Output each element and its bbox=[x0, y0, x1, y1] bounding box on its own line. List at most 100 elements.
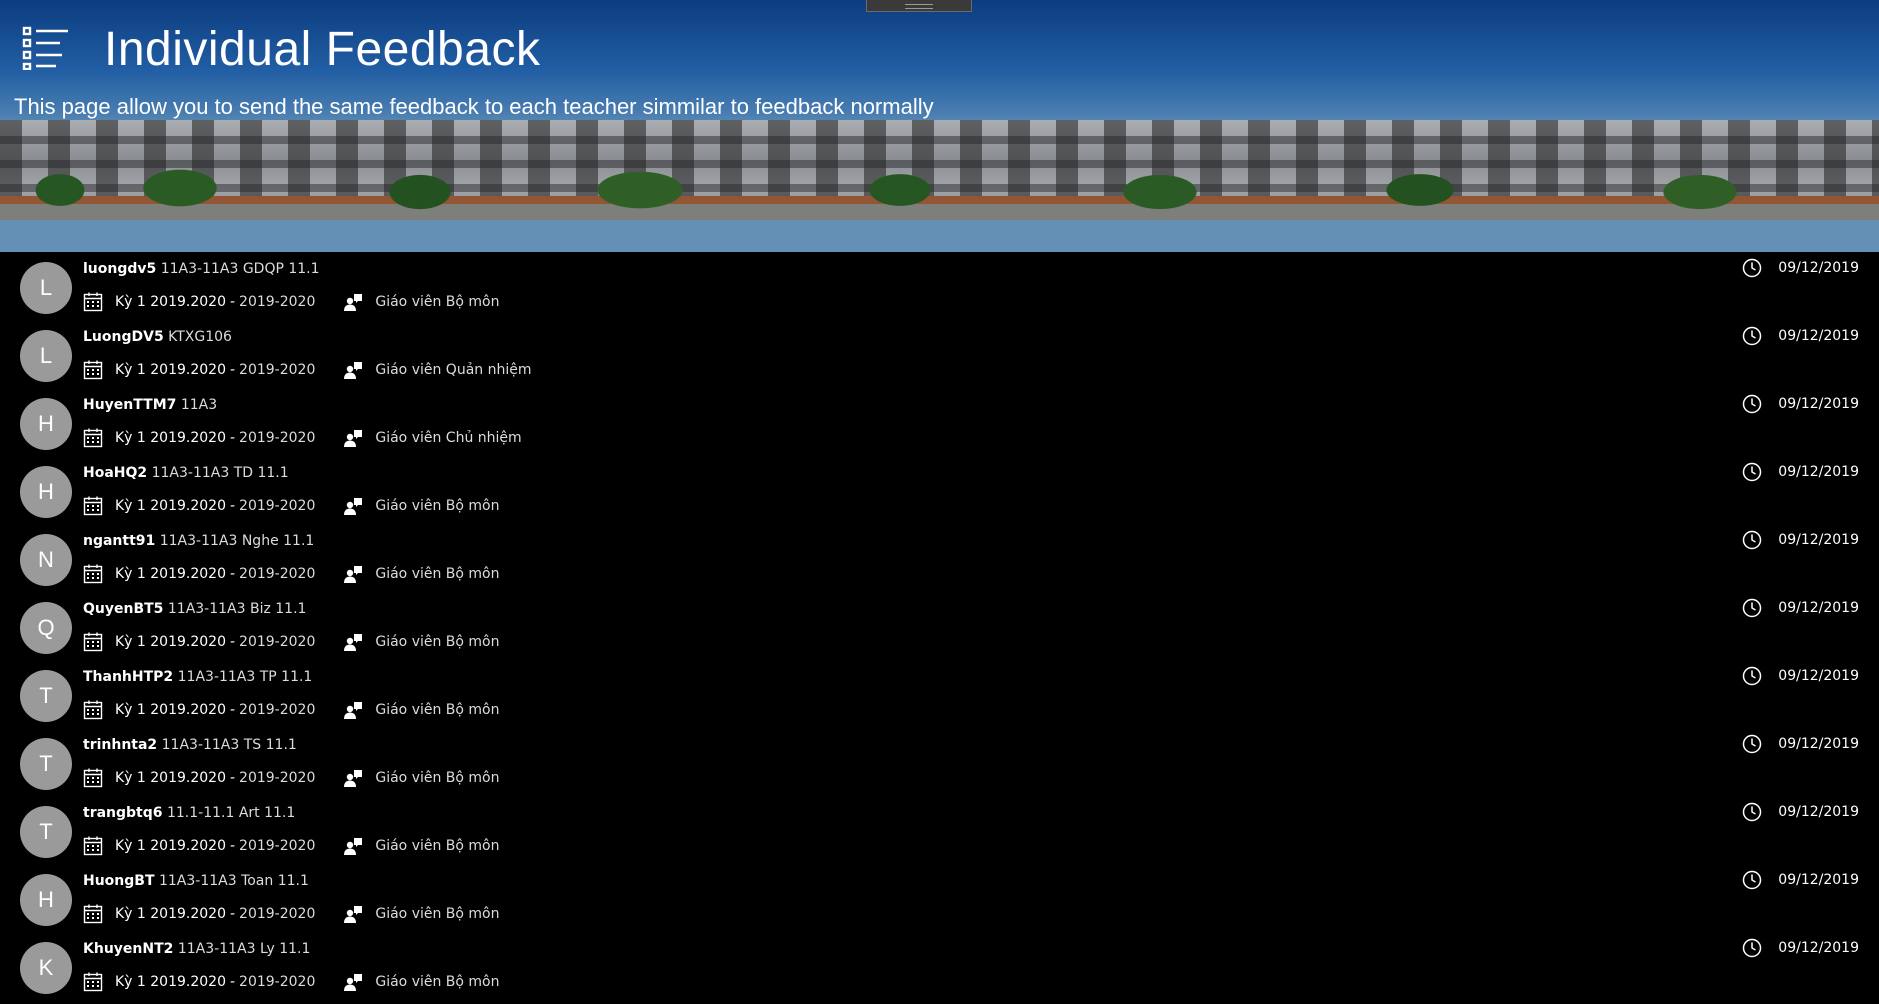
list-menu-icon[interactable] bbox=[22, 26, 70, 70]
avatar-initial: H bbox=[38, 887, 54, 912]
feedback-date: 09/12/2019 bbox=[1778, 736, 1859, 752]
teacher-role: Giáo viên Bộ môn bbox=[375, 906, 500, 922]
avatar-initial: L bbox=[39, 343, 53, 368]
drag-handle[interactable] bbox=[866, 0, 972, 12]
term-label: Kỳ 1 2019.2020 bbox=[115, 566, 226, 582]
term-label: Kỳ 1 2019.2020 bbox=[115, 838, 226, 854]
page-title: Individual Feedback bbox=[104, 23, 541, 76]
avatar-initial: T bbox=[39, 819, 53, 844]
class-info: 11A3-11A3 Nghe 11.1 bbox=[159, 533, 315, 549]
school-year: 2019-2020 bbox=[239, 498, 316, 514]
calendar-icon bbox=[83, 564, 103, 584]
avatar-initial: L bbox=[39, 275, 53, 300]
calendar-icon bbox=[83, 292, 103, 312]
teacher-icon bbox=[344, 498, 363, 515]
page-subtitle: This page allow you to send the same fee… bbox=[14, 94, 934, 119]
teacher-role: Giáo viên Bộ môn bbox=[375, 838, 500, 854]
feedback-date: 09/12/2019 bbox=[1778, 600, 1859, 616]
teacher-role: Giáo viên Bộ môn bbox=[375, 634, 500, 650]
feedback-list-item[interactable]: T trangbtq6 11.1-11.1 Art 11.1 Kỳ 1 2019… bbox=[0, 796, 1879, 864]
clock-icon bbox=[1743, 870, 1762, 890]
feedback-date: 09/12/2019 bbox=[1778, 260, 1859, 276]
header-banner: Individual Feedback This page allow you … bbox=[0, 0, 1879, 252]
feedback-list-item[interactable]: Q QuyenBT5 11A3-11A3 Biz 11.1 Kỳ 1 2019.… bbox=[0, 592, 1879, 660]
calendar-icon bbox=[83, 700, 103, 720]
term-label: Kỳ 1 2019.2020 bbox=[115, 770, 226, 786]
feedback-date: 09/12/2019 bbox=[1778, 464, 1859, 480]
feedback-list-item[interactable]: T ThanhHTP2 11A3-11A3 TP 11.1 Kỳ 1 2019.… bbox=[0, 660, 1879, 728]
avatar: T bbox=[20, 806, 72, 858]
class-info: 11A3-11A3 TS 11.1 bbox=[161, 737, 297, 753]
feedback-list-item[interactable]: H HoaHQ2 11A3-11A3 TD 11.1 Kỳ 1 2019.202… bbox=[0, 456, 1879, 524]
teacher-role: Giáo viên Bộ môn bbox=[375, 770, 500, 786]
feedback-list-item[interactable]: L LuongDV5 KTXG106 Kỳ 1 2019.2020 - 2019… bbox=[0, 320, 1879, 388]
feedback-date: 09/12/2019 bbox=[1778, 804, 1859, 820]
avatar-initial: K bbox=[38, 955, 54, 980]
clock-icon bbox=[1743, 326, 1762, 346]
teacher-username: HoaHQ2 bbox=[83, 465, 148, 481]
feedback-list-item[interactable]: K KhuyenNT2 11A3-11A3 Ly 11.1 Kỳ 1 2019.… bbox=[0, 932, 1879, 1000]
teacher-icon bbox=[344, 634, 363, 651]
feedback-list-item[interactable]: H HuongBT 11A3-11A3 Toan 11.1 Kỳ 1 2019.… bbox=[0, 864, 1879, 932]
class-info: 11A3-11A3 TP 11.1 bbox=[177, 669, 313, 685]
teacher-icon bbox=[344, 430, 363, 447]
feedback-date: 09/12/2019 bbox=[1778, 668, 1859, 684]
term-label: Kỳ 1 2019.2020 bbox=[115, 294, 226, 310]
school-year: 2019-2020 bbox=[239, 430, 316, 446]
teacher-username: trinhnta2 bbox=[83, 737, 158, 753]
teacher-icon bbox=[344, 702, 363, 719]
clock-icon bbox=[1743, 462, 1762, 482]
calendar-icon bbox=[83, 836, 103, 856]
clock-icon bbox=[1743, 802, 1762, 822]
avatar-initial: H bbox=[38, 411, 54, 436]
feedback-date: 09/12/2019 bbox=[1778, 940, 1859, 956]
clock-icon bbox=[1743, 394, 1762, 414]
avatar-initial: T bbox=[39, 751, 53, 776]
feedback-list-item[interactable]: N ngantt91 11A3-11A3 Nghe 11.1 Kỳ 1 2019… bbox=[0, 524, 1879, 592]
clock-icon bbox=[1743, 666, 1762, 686]
avatar: L bbox=[20, 262, 72, 314]
term-label: Kỳ 1 2019.2020 bbox=[115, 362, 226, 378]
class-info: 11A3-11A3 Toan 11.1 bbox=[158, 873, 309, 889]
teacher-role: Giáo viên Bộ môn bbox=[375, 498, 500, 514]
avatar: L bbox=[20, 330, 72, 382]
term-label: Kỳ 1 2019.2020 bbox=[115, 634, 226, 650]
clock-icon bbox=[1743, 938, 1762, 958]
teacher-role: Giáo viên Bộ môn bbox=[375, 294, 500, 310]
teacher-icon bbox=[344, 770, 363, 787]
calendar-icon bbox=[83, 360, 103, 380]
feedback-list-item[interactable]: L luongdv5 11A3-11A3 GDQP 11.1 Kỳ 1 2019… bbox=[0, 252, 1879, 320]
school-year: 2019-2020 bbox=[239, 770, 316, 786]
clock-icon bbox=[1743, 598, 1762, 618]
teacher-username: QuyenBT5 bbox=[83, 601, 164, 617]
avatar: H bbox=[20, 874, 72, 926]
avatar: T bbox=[20, 670, 72, 722]
feedback-list: L luongdv5 11A3-11A3 GDQP 11.1 Kỳ 1 2019… bbox=[0, 252, 1879, 1000]
teacher-role: Giáo viên Quản nhiệm bbox=[375, 362, 532, 378]
avatar-initial: N bbox=[38, 547, 54, 572]
teacher-username: luongdv5 bbox=[83, 261, 157, 277]
teacher-icon bbox=[344, 974, 363, 991]
teacher-role: Giáo viên Chủ nhiệm bbox=[375, 430, 522, 446]
feedback-date: 09/12/2019 bbox=[1778, 396, 1859, 412]
feedback-list-item[interactable]: T trinhnta2 11A3-11A3 TS 11.1 Kỳ 1 2019.… bbox=[0, 728, 1879, 796]
teacher-icon bbox=[344, 838, 363, 855]
feedback-date: 09/12/2019 bbox=[1778, 532, 1859, 548]
teacher-username: LuongDV5 bbox=[83, 329, 164, 345]
term-label: Kỳ 1 2019.2020 bbox=[115, 702, 226, 718]
feedback-list-item[interactable]: H HuyenTTM7 11A3 Kỳ 1 2019.2020 - 2019-2… bbox=[0, 388, 1879, 456]
term-label: Kỳ 1 2019.2020 bbox=[115, 430, 226, 446]
avatar: H bbox=[20, 398, 72, 450]
calendar-icon bbox=[83, 904, 103, 924]
avatar: H bbox=[20, 466, 72, 518]
teacher-icon bbox=[344, 566, 363, 583]
feedback-date: 09/12/2019 bbox=[1778, 328, 1859, 344]
class-info: KTXG106 bbox=[168, 329, 232, 345]
teacher-icon bbox=[344, 294, 363, 311]
teacher-username: ThanhHTP2 bbox=[83, 669, 174, 685]
calendar-icon bbox=[83, 972, 103, 992]
class-info: 11A3-11A3 GDQP 11.1 bbox=[160, 261, 320, 277]
term-label: Kỳ 1 2019.2020 bbox=[115, 906, 226, 922]
school-year: 2019-2020 bbox=[239, 906, 316, 922]
avatar-initial: Q bbox=[37, 615, 55, 640]
